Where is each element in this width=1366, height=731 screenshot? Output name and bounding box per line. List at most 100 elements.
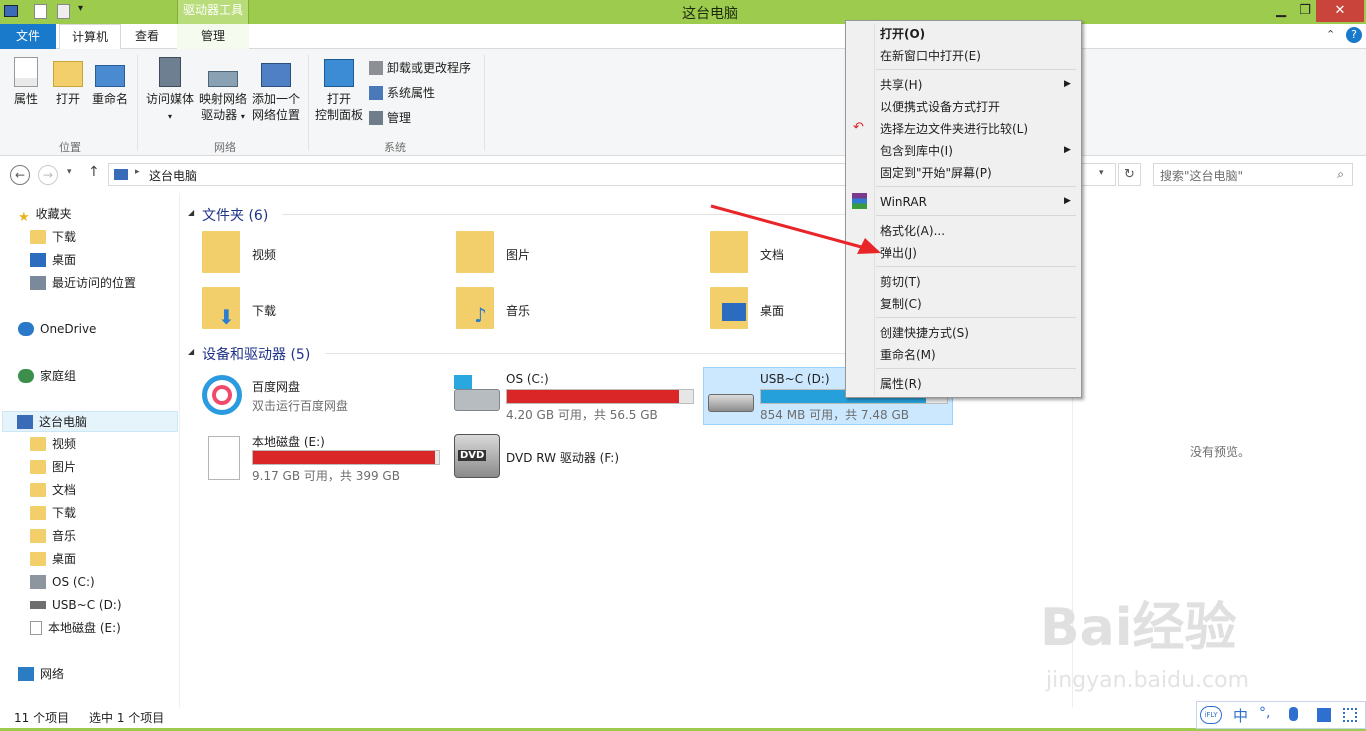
baidu-netdisk-item[interactable]: 百度网盘 双击运行百度网盘: [198, 371, 438, 421]
recent-locations-icon[interactable]: ▾: [67, 167, 72, 177]
drive-local-e-sub: 9.17 GB 可用，共 399 GB: [252, 469, 400, 483]
this-pc-icon: [17, 415, 33, 429]
folder-item[interactable]: 视频: [200, 229, 400, 277]
nav-downloads[interactable]: 下载: [30, 227, 76, 248]
ime-logo[interactable]: iFLY: [1200, 706, 1222, 724]
toolbox-icon[interactable]: [1317, 708, 1331, 722]
menu-item-open-portable[interactable]: 以便携式设备方式打开: [880, 97, 1000, 117]
nav-usb-d[interactable]: USB~C (D:): [30, 595, 122, 616]
manage-icon: [369, 111, 383, 125]
devices-section-header[interactable]: 设备和驱动器 (5): [202, 344, 310, 364]
local-disk-icon: [208, 436, 240, 480]
menu-item-eject[interactable]: 弹出(J): [880, 243, 917, 263]
system-properties-button[interactable]: 系统属性: [369, 86, 435, 100]
menu-item-compare[interactable]: 选择左边文件夹进行比较(L): [880, 119, 1028, 139]
new-folder-quick-icon[interactable]: [57, 4, 70, 19]
tab-view[interactable]: 查看: [121, 24, 173, 49]
downloads-folder-icon: [30, 506, 46, 520]
nav-downloads-pc[interactable]: 下载: [30, 503, 76, 524]
nav-recent[interactable]: 最近访问的位置: [30, 273, 136, 294]
recent-places-icon: [30, 276, 46, 290]
nav-homegroup[interactable]: 家庭组: [18, 366, 76, 387]
folders-collapse-icon[interactable]: ◢: [188, 208, 194, 217]
ribbon-collapse-icon[interactable]: ⌃: [1326, 28, 1335, 41]
menu-item-pin-start[interactable]: 固定到"开始"屏幕(P): [880, 163, 992, 183]
menu-item-copy[interactable]: 复制(C): [880, 294, 922, 314]
menu-item-cut[interactable]: 剪切(T): [880, 272, 921, 292]
nav-desktop-pc[interactable]: 桌面: [30, 549, 76, 570]
close-button[interactable]: ✕: [1316, 0, 1364, 22]
punctuation-icon[interactable]: °,: [1259, 705, 1270, 721]
menu-item-share[interactable]: 共享(H): [880, 75, 922, 95]
devices-collapse-icon[interactable]: ◢: [188, 347, 194, 356]
nav-videos-label: 视频: [52, 437, 77, 451]
microphone-icon[interactable]: [1289, 707, 1298, 721]
folder-item[interactable]: 桌面: [708, 285, 838, 333]
nav-onedrive[interactable]: OneDrive: [18, 319, 96, 340]
rename-button[interactable]: 重命名: [90, 57, 130, 107]
nav-music[interactable]: 音乐: [30, 526, 76, 547]
ime-mode-toggle[interactable]: 中: [1233, 705, 1248, 726]
nav-documents[interactable]: 文档: [30, 480, 76, 501]
menu-item-rename[interactable]: 重命名(M): [880, 345, 936, 365]
grid-menu-icon[interactable]: [1343, 708, 1357, 722]
rename-icon: [95, 65, 125, 87]
access-media-button[interactable]: 访问媒体 ▾: [144, 57, 196, 125]
this-pc-icon[interactable]: [4, 5, 18, 17]
nav-downloads-pc-label: 下载: [52, 506, 77, 520]
help-icon[interactable]: ?: [1346, 27, 1362, 43]
drive-local-e-item[interactable]: 本地磁盘 (E:) 9.17 GB 可用，共 399 GB: [198, 430, 442, 484]
nav-network[interactable]: 网络: [18, 664, 64, 685]
folder-item[interactable]: 图片: [454, 229, 654, 277]
nav-this-pc[interactable]: 这台电脑: [2, 411, 178, 432]
manage-button[interactable]: 管理: [369, 111, 411, 125]
nav-local-e-label: 本地磁盘 (E:): [48, 621, 121, 635]
ribbon-separator: [137, 55, 138, 151]
search-input[interactable]: 搜索"这台电脑" ⌕: [1153, 163, 1353, 186]
address-dropdown-icon[interactable]: ▾: [1099, 168, 1104, 178]
access-media-dropdown-icon: ▾: [167, 112, 172, 121]
forward-button[interactable]: →: [38, 165, 58, 185]
network-icon: [18, 667, 34, 681]
tab-computer[interactable]: 计算机: [59, 24, 121, 50]
folder-item[interactable]: ⬇ 下载: [200, 285, 400, 333]
menu-item-open[interactable]: 打开(O): [880, 24, 925, 44]
nav-pictures[interactable]: 图片: [30, 457, 76, 478]
drive-os-c-item[interactable]: OS (C:) 4.20 GB 可用，共 56.5 GB: [450, 369, 696, 422]
properties-quick-icon[interactable]: [34, 4, 47, 19]
refresh-button[interactable]: ↻: [1118, 163, 1141, 186]
maximize-button[interactable]: ❐: [1294, 0, 1316, 22]
add-network-location-button[interactable]: 添加一个 网络位置: [250, 57, 302, 123]
minimize-button[interactable]: ▁: [1270, 0, 1292, 22]
nav-videos[interactable]: 视频: [30, 434, 76, 455]
drive-tools-label: 驱动器工具: [182, 3, 243, 17]
breadcrumb-this-pc[interactable]: 这台电脑: [149, 167, 197, 184]
map-drive-button[interactable]: 映射网络 驱动器 ▾: [197, 57, 249, 125]
nav-desktop[interactable]: 桌面: [30, 250, 76, 271]
open-button[interactable]: 打开: [50, 57, 86, 107]
nav-os-c[interactable]: OS (C:): [30, 572, 95, 593]
folder-name: 下载: [252, 304, 277, 318]
menu-item-open-new-window[interactable]: 在新窗口中打开(E): [880, 46, 981, 66]
uninstall-button[interactable]: 卸载或更改程序: [369, 61, 471, 75]
menu-item-winrar[interactable]: WinRAR: [880, 192, 927, 212]
customize-qat-icon[interactable]: ▾: [78, 3, 83, 14]
menu-item-format[interactable]: 格式化(A)...: [880, 221, 945, 241]
tab-file[interactable]: 文件: [0, 24, 56, 49]
menu-item-create-shortcut[interactable]: 创建快捷方式(S): [880, 323, 969, 343]
menu-item-include-library[interactable]: 包含到库中(I): [880, 141, 953, 161]
back-button[interactable]: ←: [10, 165, 30, 185]
menu-item-properties[interactable]: 属性(R): [880, 374, 922, 394]
nav-favorites[interactable]: ★ 收藏夹: [18, 204, 72, 225]
folders-section-header[interactable]: 文件夹 (6): [202, 205, 268, 225]
selected-count: 选中 1 个项目: [89, 711, 165, 725]
open-control-panel-button[interactable]: 打开 控制面板: [313, 57, 365, 123]
drive-dvd-f-item[interactable]: DVD DVD RW 驱动器 (F:): [450, 430, 650, 482]
up-button[interactable]: ↑: [88, 164, 100, 180]
nav-local-e[interactable]: 本地磁盘 (E:): [30, 618, 121, 639]
star-icon: ★: [18, 210, 30, 225]
properties-button[interactable]: 属性: [6, 57, 46, 107]
rename-label: 重命名: [91, 92, 128, 106]
tab-manage[interactable]: 管理: [177, 24, 249, 49]
folder-item[interactable]: ♪ 音乐: [454, 285, 654, 333]
